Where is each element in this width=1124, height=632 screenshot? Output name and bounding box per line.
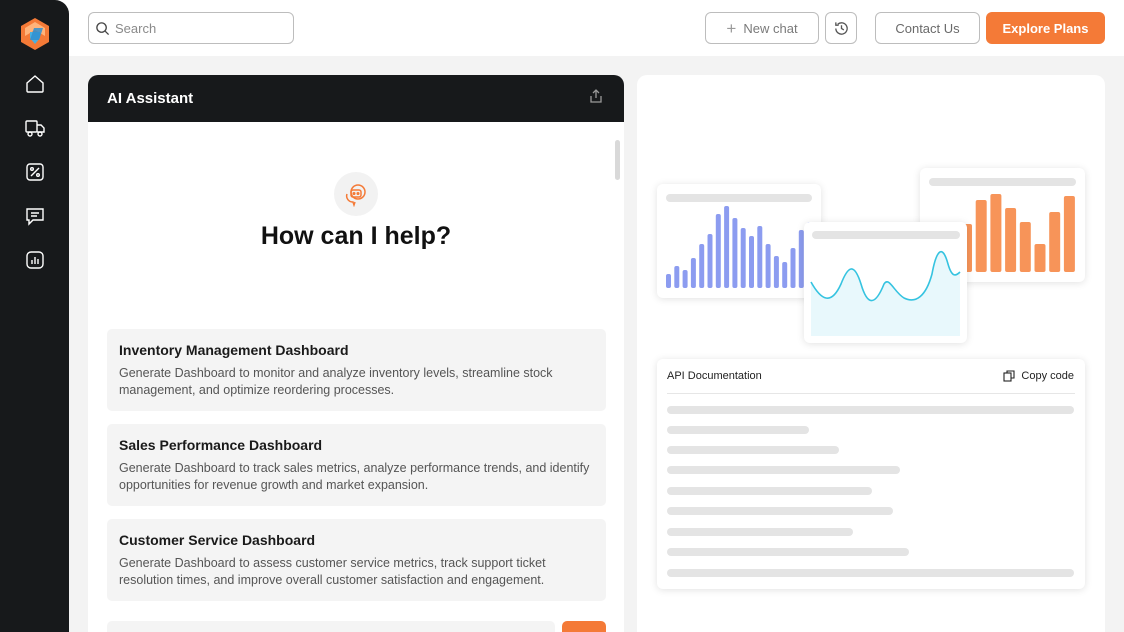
- illustration-bar: [782, 262, 788, 288]
- copy-code-button[interactable]: Copy code: [1003, 370, 1074, 382]
- message-icon: [26, 208, 44, 226]
- skeleton-line: [667, 466, 900, 474]
- panel-title: AI Assistant: [107, 90, 194, 107]
- illustration-bar: [749, 236, 754, 288]
- contact-us-button[interactable]: Contact Us: [875, 12, 980, 44]
- skeleton-line: [667, 569, 1074, 577]
- share-button[interactable]: [588, 88, 604, 109]
- new-chat-label: New chat: [743, 20, 798, 36]
- sidebar-item-deliveries[interactable]: [24, 117, 46, 139]
- illustration-bar: [990, 194, 1002, 272]
- divider: [667, 393, 1075, 394]
- sidebar-item-analytics[interactable]: [24, 249, 46, 271]
- illustration-bar: [715, 214, 721, 288]
- skeleton-line: [667, 548, 909, 556]
- app-logo[interactable]: [21, 18, 49, 50]
- blue-bar-chart: [666, 206, 813, 288]
- illustration-bar: [790, 248, 796, 288]
- illustration-bar: [724, 206, 730, 288]
- suggestion-title: Customer Service Dashboard: [119, 532, 316, 548]
- illustration-bar: [732, 218, 738, 288]
- illustration-bar: [757, 226, 763, 288]
- illustration-bar: [1034, 244, 1046, 272]
- suggestion-description: Generate Dashboard to assess customer se…: [119, 556, 546, 587]
- search-box[interactable]: [88, 12, 294, 44]
- suggestion-card-sales[interactable]: Sales Performance Dashboard Generate Das…: [107, 424, 606, 506]
- skeleton-line: [667, 487, 872, 495]
- illustration-bar: [666, 274, 671, 288]
- share-icon: [590, 89, 602, 103]
- copy-icon: [1003, 370, 1015, 382]
- discount-icon: [26, 163, 44, 181]
- assistant-avatar: [334, 172, 378, 216]
- illustration-bar: [1063, 196, 1075, 272]
- sidebar-item-discounts[interactable]: [24, 161, 46, 183]
- search-icon: [96, 21, 110, 35]
- chat-bot-icon: [345, 184, 366, 207]
- api-doc-title: API Documentation: [667, 370, 762, 382]
- panel-header: AI Assistant: [88, 75, 624, 122]
- line-chart-card: [804, 222, 967, 343]
- bar-chart-card-blue: [657, 184, 821, 298]
- scrollbar-thumb[interactable]: [615, 140, 620, 180]
- skeleton-line: [667, 426, 809, 434]
- illustration-bar: [740, 228, 746, 288]
- sidebar-item-home[interactable]: [24, 73, 46, 95]
- send-button[interactable]: [562, 621, 606, 632]
- suggestion-title: Inventory Management Dashboard: [119, 342, 349, 358]
- illustration-bar: [1005, 208, 1017, 272]
- illustration-bar: [773, 256, 779, 288]
- chat-input[interactable]: [107, 621, 555, 632]
- analytics-icon: [26, 251, 44, 269]
- illustration-bar: [682, 270, 688, 288]
- skeleton-line: [667, 446, 839, 454]
- illustration-bar: [707, 234, 713, 288]
- home-icon: [26, 75, 44, 93]
- illustration-bar: [1019, 222, 1031, 272]
- skeleton-line: [667, 528, 853, 536]
- explore-plans-button[interactable]: Explore Plans: [986, 12, 1105, 44]
- illustration-bar: [674, 266, 680, 288]
- skeleton-line: [667, 507, 893, 515]
- line-chart: [810, 250, 961, 336]
- suggestion-title: Sales Performance Dashboard: [119, 437, 323, 453]
- copy-code-label: Copy code: [1021, 370, 1074, 382]
- help-heading: How can I help?: [260, 222, 452, 250]
- truck-icon: [25, 120, 45, 137]
- plus-icon: +: [726, 18, 737, 38]
- suggestion-description: Generate Dashboard to monitor and analyz…: [119, 366, 553, 397]
- api-documentation-card: API Documentation Copy code: [657, 359, 1085, 589]
- suggestion-description: Generate Dashboard to track sales metric…: [119, 461, 590, 492]
- illustration-bar: [765, 244, 771, 288]
- illustration-bar: [1049, 212, 1061, 272]
- sidebar-item-messages[interactable]: [24, 205, 46, 227]
- sidebar: [0, 0, 69, 632]
- new-chat-button[interactable]: + New chat: [705, 12, 819, 44]
- illustration-bar: [975, 200, 987, 272]
- history-icon: [834, 21, 848, 35]
- suggestion-card-inventory[interactable]: Inventory Management Dashboard Generate …: [107, 329, 606, 411]
- illustration-bar: [699, 244, 705, 288]
- history-button[interactable]: [825, 12, 857, 44]
- suggestion-card-customer-service[interactable]: Customer Service Dashboard Generate Dash…: [107, 519, 606, 601]
- skeleton-line: [667, 406, 1074, 414]
- illustration-bar: [690, 258, 696, 288]
- search-input[interactable]: [115, 20, 285, 36]
